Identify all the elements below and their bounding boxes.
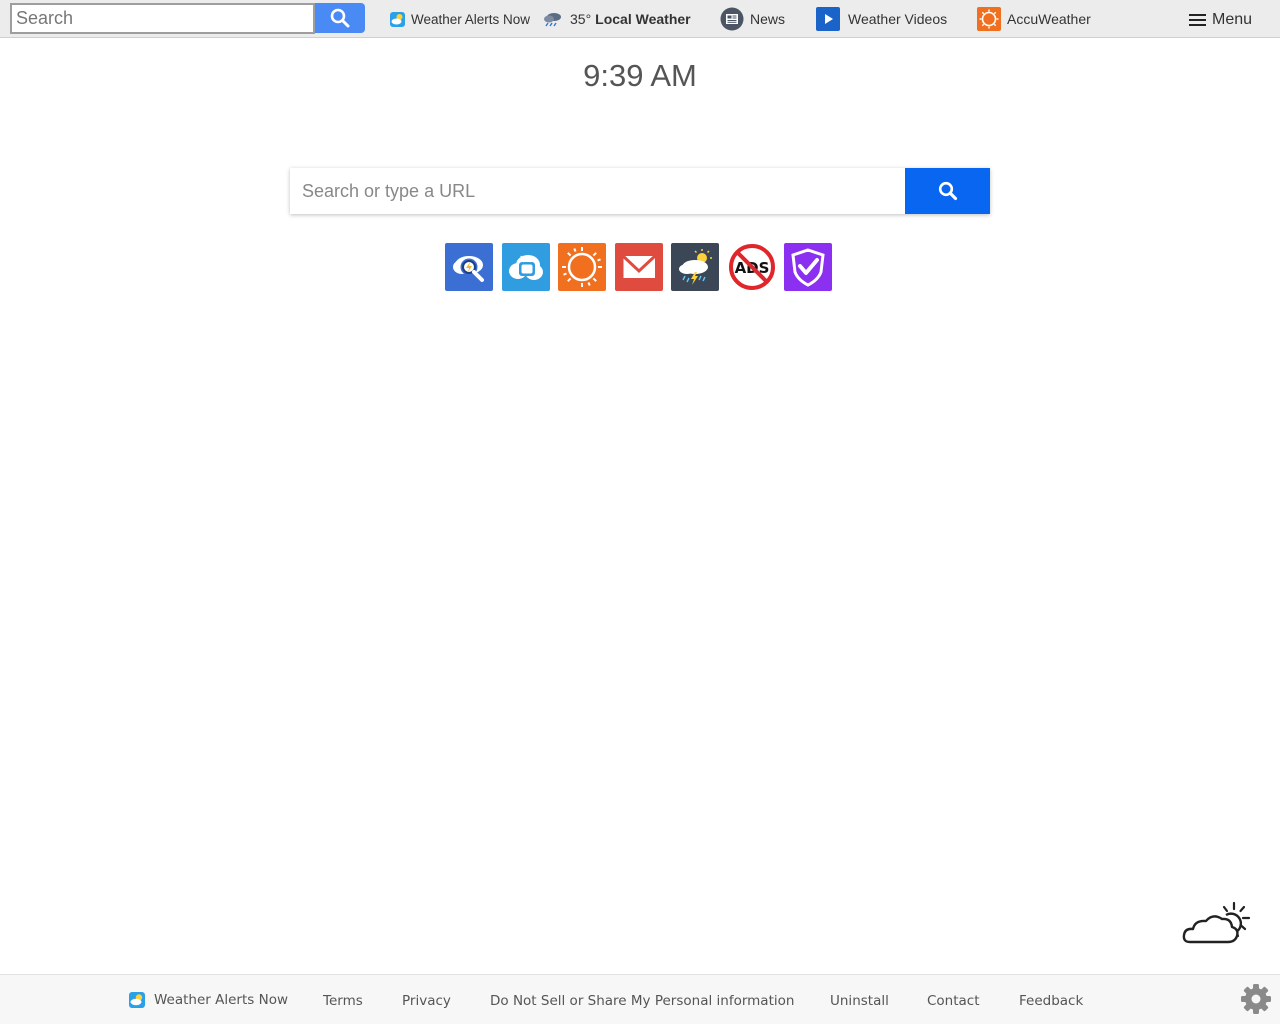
toolbar-link-weather-videos[interactable]: Weather Videos: [816, 7, 947, 31]
main-search-input[interactable]: [290, 168, 905, 214]
shortcut-weather-search[interactable]: [445, 243, 493, 291]
no-ads-icon: ADS: [728, 244, 775, 290]
toolbar-link-accuweather[interactable]: AccuWeather: [977, 7, 1091, 31]
mail-icon: [621, 254, 656, 278]
footer-brand-label: Weather Alerts Now: [154, 992, 288, 1008]
search-icon: [938, 181, 957, 201]
toolbar-link-local-weather[interactable]: 35° Local Weather: [542, 7, 691, 31]
footer-link-terms[interactable]: Terms: [323, 993, 363, 1009]
shortcut-weather-tv[interactable]: [501, 243, 550, 291]
shortcut-accuweather[interactable]: [558, 243, 606, 291]
toolbar-link-label: AccuWeather: [1007, 11, 1091, 27]
toolbar-link-label: Weather Alerts Now: [411, 11, 531, 27]
toolbar-search-input[interactable]: [10, 3, 315, 34]
cloud-tv-icon: [508, 255, 543, 280]
footer-brand-link[interactable]: Weather Alerts Now: [129, 992, 288, 1008]
clock-time: 9:39 AM: [583, 58, 697, 93]
footer-link-feedback[interactable]: Feedback: [1019, 993, 1083, 1009]
footer: Weather Alerts Now Terms Privacy Do Not …: [0, 974, 1280, 1024]
toolbar-search-button[interactable]: [315, 3, 365, 33]
toolbar-link-label: Local Weather: [595, 11, 691, 27]
toolbar-link-label: News: [750, 11, 786, 27]
shortcut-ad-blocker[interactable]: ADS: [727, 243, 776, 291]
footer-link-contact[interactable]: Contact: [927, 993, 980, 1009]
shortcut-security-shield[interactable]: [784, 243, 832, 291]
gear-icon: [1241, 984, 1271, 1014]
footer-link-do-not-sell[interactable]: Do Not Sell or Share My Personal informa…: [490, 993, 794, 1009]
toolbar-link-label: Weather Videos: [848, 11, 948, 27]
weather-widget[interactable]: [1182, 900, 1254, 950]
hamburger-menu-icon: [1189, 14, 1206, 26]
weather-alerts-app-icon: [390, 11, 405, 27]
main-search-button[interactable]: [905, 168, 990, 214]
storm-cloud-icon: [679, 249, 712, 285]
toolbar-link-news[interactable]: News: [720, 7, 785, 31]
shortcut-storm-weather[interactable]: [671, 243, 719, 291]
cloud-search-icon: [453, 256, 484, 282]
search-icon: [330, 8, 350, 28]
rain-cloud-icon: [542, 11, 564, 27]
top-toolbar: Weather Alerts Now 35° Local Weather: [0, 0, 1280, 38]
shortcut-mail[interactable]: [614, 243, 663, 291]
menu-label: Menu: [1212, 11, 1253, 28]
sun-icon: [977, 7, 1001, 31]
shield-check-icon: [791, 248, 825, 287]
settings-button[interactable]: [1240, 983, 1272, 1015]
newspaper-icon: [720, 7, 744, 31]
partly-cloudy-icon: [1182, 901, 1251, 944]
toolbar-link-weather-alerts-now[interactable]: Weather Alerts Now: [390, 7, 530, 31]
main-search-box: [290, 168, 990, 214]
local-temperature: 35°: [570, 11, 592, 27]
play-video-icon: [816, 7, 840, 31]
weather-alerts-app-icon: [129, 992, 145, 1008]
sun-icon: [562, 247, 602, 287]
shortcut-tiles: ADS: [445, 243, 841, 291]
menu-button[interactable]: Menu: [1189, 8, 1252, 32]
footer-link-privacy[interactable]: Privacy: [402, 993, 451, 1009]
footer-link-uninstall[interactable]: Uninstall: [830, 993, 889, 1009]
